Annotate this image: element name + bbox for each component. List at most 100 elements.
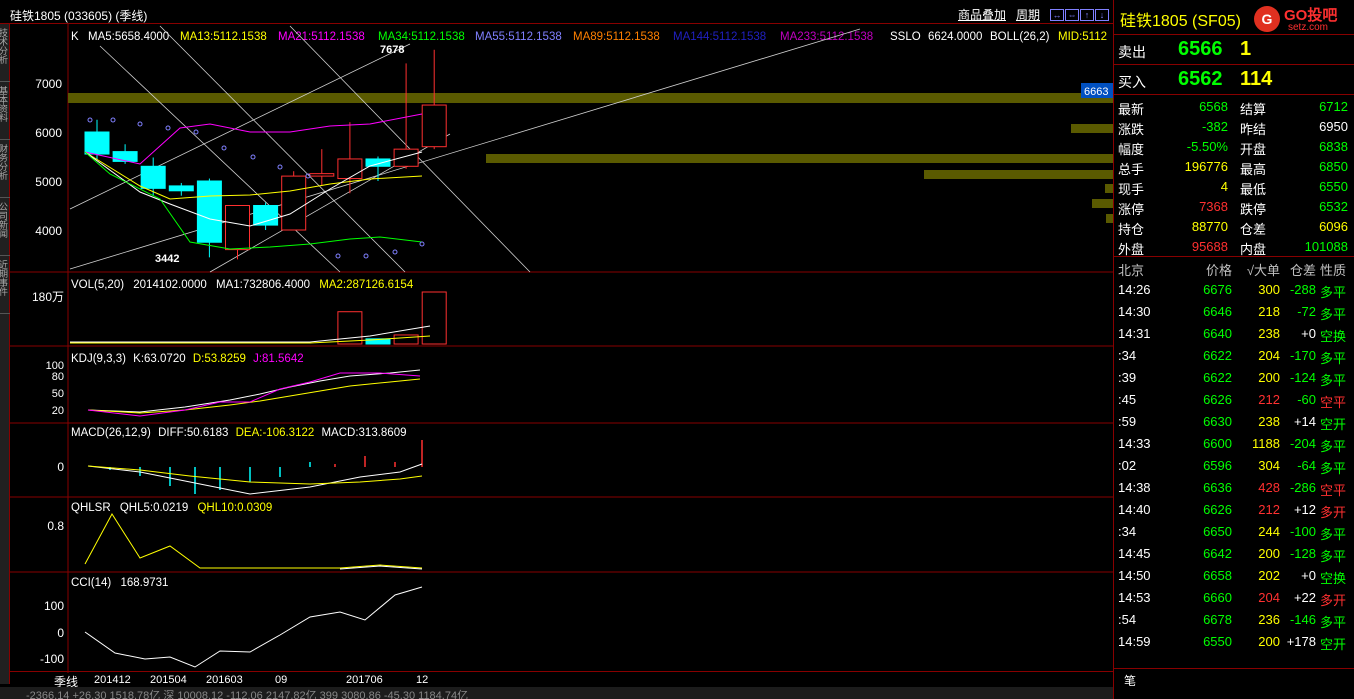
vol-title: VOL(5,20) [71, 279, 124, 291]
tick-time: 14:40 [1118, 502, 1151, 517]
arrow-up-icon[interactable]: ↑ [1080, 8, 1094, 21]
tick-volume: 200 [1258, 370, 1280, 385]
arrow-down-icon[interactable]: ↓ [1095, 8, 1109, 21]
tick-volume: 236 [1258, 612, 1280, 627]
profile-bar [486, 154, 1113, 163]
tick-volume: 238 [1258, 326, 1280, 341]
x-tick: 201706 [346, 674, 383, 686]
tick-row[interactable]: :34 6650 244 -100 多平 [1114, 521, 1354, 543]
tick-row[interactable]: 14:45 6642 200 -128 多平 [1114, 543, 1354, 565]
candle-body [421, 104, 447, 148]
cci-ytick-100: 100 [44, 599, 64, 613]
vol-value: 2014102.0000 [133, 279, 207, 291]
chart-area[interactable]: K MA5:5658.4000 MA13:5112.1538 MA21:5112.1… [10, 24, 1113, 673]
tab-technical[interactable]: 技术分析 [0, 24, 10, 82]
sar-dot [363, 253, 369, 259]
x-axis: 季线 201412 201504 201603 09 201706 12 [10, 671, 1113, 689]
tick-nature: 多平 [1320, 439, 1347, 454]
stat-row: 最新 6568 结算 6712 [1114, 97, 1354, 117]
zoom-out-icon[interactable]: ↔ [1050, 8, 1064, 21]
tick-time: 14:53 [1118, 590, 1151, 605]
tick-row[interactable]: 14:53 6660 204 +22 多开 [1114, 587, 1354, 609]
tick-time: :02 [1118, 458, 1137, 473]
period-link[interactable]: 周期 [1016, 6, 1040, 23]
tick-price: 6550 [1203, 634, 1232, 649]
ask-label: 卖出 [1118, 44, 1146, 60]
tab-events[interactable]: 近期事件 [0, 256, 10, 314]
qhl-5: QHL5:0.0219 [120, 502, 188, 514]
side-footer: 笔 [1114, 668, 1354, 689]
tick-price: 6678 [1203, 612, 1232, 627]
stat-row: 幅度 -5.50% 开盘 6838 [1114, 137, 1354, 157]
tick-row[interactable]: 14:31 6640 238 +0 空换 [1114, 323, 1354, 345]
vol-label: VOL(5,20) 2014102.0000 MA1:732806.4000 M… [71, 279, 414, 291]
ma-label: MA21:5112.1538 [278, 31, 365, 43]
candlesticks [84, 49, 447, 260]
tick-row[interactable]: 14:40 6626 212 +12 多开 [1114, 499, 1354, 521]
stat-row: 现手 4 最低 6550 [1114, 177, 1354, 197]
tick-volume: 212 [1258, 392, 1280, 407]
ytick-5000: 5000 [35, 175, 62, 189]
tick-row[interactable]: 14:50 6658 202 +0 空换 [1114, 565, 1354, 587]
tick-row[interactable]: 14:59 6550 200 +178 空开 [1114, 631, 1354, 653]
tick-row[interactable]: :34 6622 204 -170 多平 [1114, 345, 1354, 367]
tick-nature: 多平 [1320, 373, 1347, 388]
overlay-link[interactable]: 商品叠加 [958, 6, 1006, 23]
tick-row[interactable]: 14:30 6646 218 -72 多平 [1114, 301, 1354, 323]
volume-profile [68, 93, 1113, 223]
tab-ticks[interactable]: 笔 [1124, 672, 1136, 689]
tick-time: 14:30 [1118, 304, 1151, 319]
candle-body [196, 180, 222, 243]
stat-value: 6712 [1319, 99, 1348, 114]
tick-row[interactable]: 14:33 6600 1188 -204 多平 [1114, 433, 1354, 455]
tick-row[interactable]: :45 6626 212 -60 空平 [1114, 389, 1354, 411]
kdj-title: KDJ(9,3,3) [71, 353, 126, 365]
ma-label: MA89:5112.1538 [573, 31, 660, 43]
tick-price: 6596 [1203, 458, 1232, 473]
tick-time: :59 [1118, 414, 1137, 429]
tick-row[interactable]: 14:38 6636 428 -286 空平 [1114, 477, 1354, 499]
tick-nature: 多平 [1320, 527, 1347, 542]
stat-key: 总手 [1118, 162, 1145, 177]
kdj-j-line [87, 372, 421, 417]
tick-diff: -286 [1289, 480, 1316, 495]
tick-time: 14:26 [1118, 282, 1151, 297]
cci-title: CCI(14) [71, 577, 111, 589]
stat-key: 最新 [1118, 102, 1145, 117]
qhl-label: QHLSR QHL5:0.0219 QHL10:0.0309 [71, 502, 272, 514]
tab-news[interactable]: 公司新闻 [0, 198, 10, 256]
tick-time: 14:45 [1118, 546, 1151, 561]
tick-table[interactable]: 北京 价格 √大单 仓差 性质 14:26 6676 300 -288 多平 14:30 6… [1114, 256, 1354, 653]
sar-dot [165, 125, 171, 131]
tick-row[interactable]: :39 6622 200 -124 多平 [1114, 367, 1354, 389]
tab-finance[interactable]: 财务分析 [0, 140, 10, 198]
kdj-label: KDJ(9,3,3) K:63.0720 D:53.8259 J:81.5642 [71, 353, 304, 365]
zoom-in-icon[interactable]: ⇔ [1065, 8, 1079, 21]
x-tick: 12 [416, 674, 429, 686]
ma-label: MA13:5112.1538 [180, 31, 267, 43]
tick-time: 14:31 [1118, 326, 1151, 341]
ma-label: SSLO [890, 31, 921, 43]
tick-volume: 212 [1258, 502, 1280, 517]
tick-row[interactable]: :02 6596 304 -64 多平 [1114, 455, 1354, 477]
macd-label: MACD(26,12,9) DIFF:50.6183 DEA:-106.3122… [71, 427, 407, 439]
tick-row[interactable]: 14:26 6676 300 -288 多平 [1114, 279, 1354, 301]
tick-nature: 多平 [1320, 615, 1347, 630]
tick-row[interactable]: :54 6678 236 -146 多平 [1114, 609, 1354, 631]
tick-time: 14:33 [1118, 436, 1151, 451]
k-label: K [71, 31, 79, 43]
logo-url: setz.com [1288, 22, 1329, 33]
sar-dot [110, 117, 116, 123]
sar-dot [193, 129, 199, 135]
candle-body [225, 205, 250, 251]
tab-basic[interactable]: 基本资料 [0, 82, 10, 140]
tick-row[interactable]: :59 6630 238 +14 空开 [1114, 411, 1354, 433]
stat-row: 涨停 7368 跌停 6532 [1114, 197, 1354, 217]
tick-price: 6640 [1203, 326, 1232, 341]
qhl-10: QHL10:0.0309 [197, 502, 272, 514]
stat-value: 196776 [1184, 159, 1228, 174]
tick-price: 6642 [1203, 546, 1232, 561]
tick-nature: 空平 [1320, 483, 1347, 498]
cci-line [84, 586, 423, 668]
macd-title: MACD(26,12,9) [71, 427, 151, 439]
